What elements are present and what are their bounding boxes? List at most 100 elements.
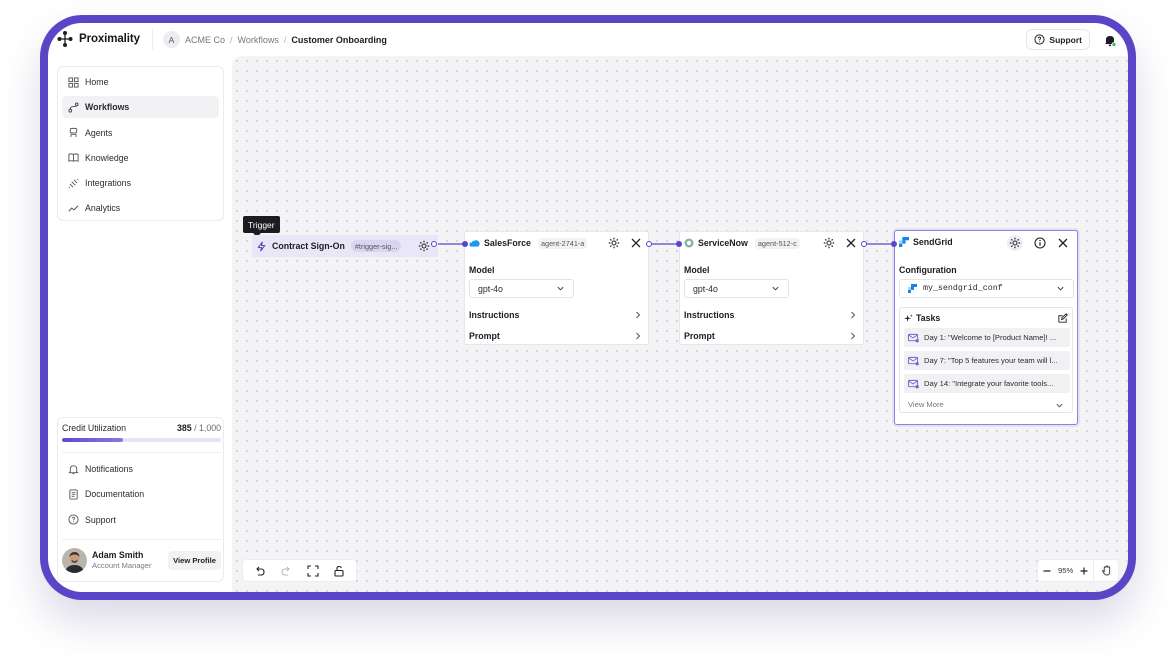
node-title: SalesForce (484, 238, 531, 248)
sidebar-item-workflows[interactable]: Workflows (62, 96, 219, 119)
zoom-in-button[interactable] (1076, 566, 1094, 576)
home-grid-icon (68, 76, 79, 88)
chevron-down-icon (772, 286, 779, 291)
sparkle-icon (904, 313, 913, 322)
logo[interactable]: Proximality (56, 30, 140, 48)
gear-icon[interactable] (418, 240, 430, 252)
configuration-select[interactable]: my_sendgrid_conf (899, 279, 1074, 298)
model-value: gpt-4o (478, 283, 503, 294)
instructions-row[interactable]: Instructions (469, 308, 642, 322)
support-label: Support (1049, 34, 1082, 45)
credit-used: 385 (176, 423, 192, 433)
edit-icon[interactable] (1057, 313, 1068, 324)
sidebar-item-agents[interactable]: Agents (62, 122, 219, 144)
salesforce-node[interactable]: SalesForce agent-2741-a Model gpt-4o Ins… (464, 231, 649, 345)
sidebar-item-home[interactable]: Home (62, 71, 219, 93)
node-header: ServiceNow agent-512-c (680, 232, 863, 254)
view-more-link[interactable]: View More (908, 400, 944, 409)
view-profile-button[interactable]: View Profile (168, 550, 221, 570)
gear-icon[interactable] (823, 237, 835, 249)
sendgrid-input-port[interactable] (891, 241, 897, 247)
breadcrumb-current: Customer Onboarding (291, 34, 387, 45)
settings-button[interactable] (1007, 235, 1023, 251)
chevron-right-icon (851, 311, 856, 319)
task-item[interactable]: Day 7: "Top 5 features your team will l.… (904, 351, 1070, 370)
trigger-name: Contract Sign-On (272, 241, 345, 251)
sidebar-footer: Credit Utilization 385 / 1,000 Notificat… (57, 417, 224, 582)
pan-hand-button[interactable] (1094, 565, 1118, 576)
org-avatar[interactable]: A (163, 31, 180, 48)
redo-icon[interactable] (280, 565, 292, 577)
task-text: Day 1: "Welcome to [Product Name]! ... (924, 333, 1057, 342)
unlock-icon[interactable] (333, 565, 345, 577)
breadcrumb-org[interactable]: ACME Co (185, 35, 225, 45)
sidebar-item-integrations[interactable]: Integrations (62, 172, 219, 194)
notification-bell-icon[interactable] (1103, 33, 1117, 47)
divider (152, 29, 153, 50)
prompt-row[interactable]: Prompt (469, 329, 642, 343)
chevron-down-icon (557, 286, 564, 291)
close-icon[interactable] (1057, 237, 1069, 249)
workflow-icon (68, 102, 79, 113)
chevron-down-icon (1057, 286, 1064, 291)
configuration-label: Configuration (899, 265, 957, 275)
sidebar-item-documentation[interactable]: Documentation (62, 483, 221, 505)
model-select[interactable]: gpt-4o (684, 279, 789, 298)
trigger-output-port[interactable] (431, 241, 437, 247)
zoom-controls: 95% (1037, 559, 1119, 582)
configuration-value: my_sendgrid_conf (923, 284, 1003, 293)
sendgrid-icon (899, 237, 909, 247)
undo-icon[interactable] (254, 565, 266, 577)
trigger-tooltip: Trigger (243, 216, 280, 237)
user-profile: Adam Smith Account Manager View Profile (62, 545, 221, 575)
task-item[interactable]: Day 1: "Welcome to [Product Name]! ... (904, 328, 1070, 347)
close-icon[interactable] (630, 237, 642, 249)
close-icon[interactable] (845, 237, 857, 249)
tasks-label: Tasks (916, 313, 941, 323)
instructions-label: Instructions (469, 310, 520, 320)
support-button[interactable]: Support (1026, 29, 1090, 50)
user-avatar-icon (62, 547, 87, 573)
task-text: Day 7: "Top 5 features your team will l.… (924, 356, 1058, 365)
sendgrid-node[interactable]: SendGrid Configuration my_sendgrid_conf … (894, 230, 1078, 425)
servicenow-input-port[interactable] (676, 241, 682, 247)
prompt-label: Prompt (684, 331, 715, 341)
trigger-node[interactable]: Contract Sign-On #trigger-sig... (252, 235, 438, 257)
credit-progress-fill (62, 438, 124, 442)
credit-label: Credit Utilization (62, 423, 127, 433)
breadcrumb-separator: / (283, 34, 287, 45)
sidebar-item-analytics[interactable]: Analytics (62, 197, 219, 219)
salesforce-input-port[interactable] (462, 241, 468, 247)
app-window: Proximality A ACME Co / Workflows / Cust… (48, 23, 1128, 592)
zoom-out-button[interactable] (1038, 566, 1056, 576)
sidebar-item-notifications[interactable]: Notifications (62, 458, 221, 480)
servicenow-node[interactable]: ServiceNow agent-512-c Model gpt-4o Inst… (679, 231, 864, 345)
instructions-row[interactable]: Instructions (684, 308, 857, 322)
breadcrumb-separator: / (230, 34, 233, 45)
sidebar-item-label: Home (85, 77, 109, 87)
fit-view-icon[interactable] (307, 564, 319, 577)
user-name: Adam Smith (92, 550, 144, 560)
salesforce-output-port[interactable] (646, 241, 652, 247)
prompt-row[interactable]: Prompt (684, 329, 857, 343)
sidebar-item-knowledge[interactable]: Knowledge (62, 147, 219, 169)
credit-utilization: Credit Utilization 385 / 1,000 (62, 423, 221, 442)
bell-icon (68, 464, 79, 474)
servicenow-output-port[interactable] (861, 241, 867, 247)
task-item[interactable]: Day 14: "Integrate your favorite tools..… (904, 374, 1070, 393)
sidebar-nav: Home Workflows Agents Knowledge Integrat… (57, 66, 224, 221)
node-header: SendGrid (895, 231, 1077, 253)
sidebar-item-support[interactable]: Support (62, 509, 221, 531)
info-icon[interactable] (1034, 237, 1046, 249)
chevron-right-icon (851, 332, 856, 340)
model-select[interactable]: gpt-4o (469, 279, 574, 298)
gear-icon[interactable] (608, 237, 620, 249)
lightning-icon (257, 241, 266, 251)
salesforce-cloud-icon (469, 240, 480, 247)
model-label: Model (684, 265, 710, 275)
avatar[interactable] (62, 547, 87, 573)
breadcrumb-workflows[interactable]: Workflows (238, 35, 279, 45)
chevron-down-icon[interactable] (1055, 401, 1064, 410)
book-icon (68, 153, 79, 163)
sidebar-item-label: Support (85, 514, 116, 525)
